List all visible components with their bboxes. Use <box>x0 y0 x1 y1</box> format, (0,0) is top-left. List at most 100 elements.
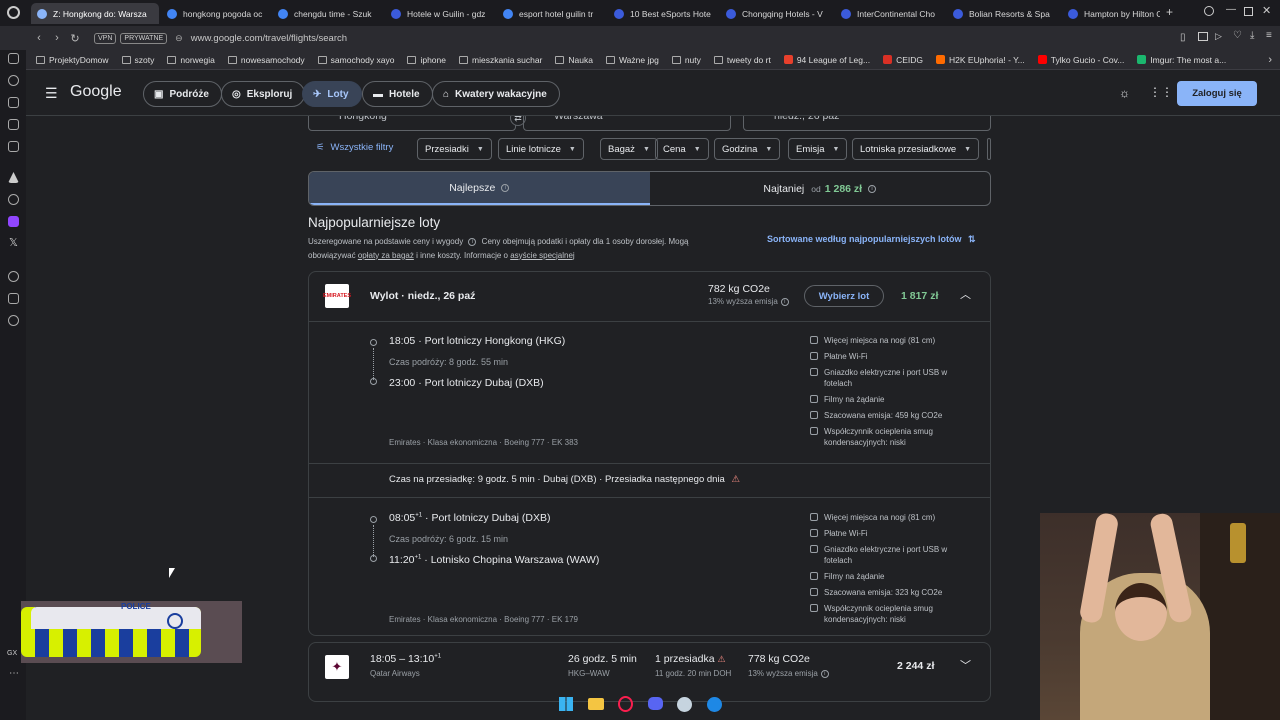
select-flight-button[interactable]: Wybierz lot <box>804 285 884 307</box>
history-icon[interactable] <box>8 75 19 86</box>
tab-best[interactable]: Najlepsze i <box>309 172 650 205</box>
info-icon[interactable]: i <box>780 297 789 306</box>
url-field[interactable]: www.google.com/travel/flights/search <box>191 33 347 44</box>
expand-chevron-icon[interactable]: ﹀ <box>960 657 971 673</box>
filter-chip[interactable]: Cena ▼ <box>655 138 709 160</box>
gx-icon[interactable]: GX <box>7 650 17 657</box>
browser-tab[interactable]: Hampton by Hilton Cl <box>1062 3 1160 24</box>
bookmark-item[interactable]: szoty <box>121 55 154 65</box>
back-icon[interactable]: ‹ <box>30 32 48 44</box>
info-icon[interactable]: i <box>468 237 477 246</box>
browser-tab[interactable]: Bolian Resorts & Spa <box>947 3 1060 24</box>
reload-icon[interactable]: ↻ <box>66 32 84 45</box>
browser-tab[interactable]: Chongqing Hotels - V <box>720 3 833 24</box>
maximize-icon[interactable] <box>1244 7 1253 16</box>
info-icon[interactable]: i <box>868 184 877 193</box>
minimize-icon[interactable]: — <box>1226 4 1236 15</box>
info-icon[interactable]: i <box>820 669 829 678</box>
google-logo[interactable]: Google <box>70 83 122 101</box>
messenger-icon[interactable] <box>8 53 19 64</box>
sign-in-button[interactable]: Zaloguj się <box>1177 81 1257 106</box>
filter-chip[interactable]: Linie lotnicze ▼ <box>498 138 584 160</box>
filter-chip[interactable]: Emisja ▼ <box>788 138 848 160</box>
theme-icon[interactable]: ☼ <box>1119 86 1130 100</box>
bookmark-item[interactable]: norwegia <box>167 55 215 65</box>
bookmark-item[interactable]: Imgur: The most a... <box>1137 55 1226 65</box>
heart-icon[interactable]: ♡ <box>1233 30 1242 41</box>
special-assistance-link[interactable]: asyście specjalnej <box>510 251 574 260</box>
steam-icon[interactable] <box>677 697 692 712</box>
tab-title: Hotele w Guilin - gdz <box>407 8 486 19</box>
nav-chip[interactable]: ⌂ Kwatery wakacyjne <box>432 81 560 107</box>
aria-icon[interactable] <box>8 172 19 183</box>
new-tab-icon[interactable]: + <box>1166 5 1173 19</box>
bookmarks-overflow-icon[interactable]: › <box>1268 54 1272 66</box>
twitch-icon[interactable] <box>8 216 19 227</box>
apps-grid-icon[interactable]: ⋮⋮ <box>1149 85 1173 99</box>
vpn-badge[interactable]: VPN <box>94 32 117 44</box>
bookmark-label: Imgur: The most a... <box>1150 54 1227 65</box>
bookmark-item[interactable]: ProjektyDomow <box>36 55 109 65</box>
browser-tab[interactable]: InterContinental Cho <box>835 3 945 24</box>
downloads-icon[interactable] <box>8 97 19 108</box>
bookmark-item[interactable]: mieszkania suchar <box>459 55 542 65</box>
windows-start-icon[interactable] <box>559 697 573 711</box>
browser-tab[interactable]: esport hotel guilin tr <box>497 3 606 24</box>
download-icon[interactable]: ⤓ <box>1250 30 1254 41</box>
nav-chip[interactable]: ◎ Eksploruj <box>221 81 306 107</box>
browser-logo-icon[interactable] <box>7 6 20 19</box>
player-icon[interactable] <box>8 271 19 282</box>
x-icon[interactable]: 𝕏 <box>9 236 18 249</box>
discord-icon[interactable] <box>648 697 663 710</box>
bookmark-item[interactable]: tweety do rt <box>713 55 771 65</box>
browser-tab[interactable]: hongkong pogoda oc <box>161 3 270 24</box>
bookmark-icon[interactable]: ▯ <box>1180 32 1186 43</box>
browser-tab[interactable]: chengdu time - Szuk <box>272 3 383 24</box>
browser-tab[interactable]: Z: Hongkong do: Warsza <box>31 3 159 24</box>
close-window-icon[interactable]: ✕ <box>1262 4 1271 17</box>
search-tabs-icon[interactable] <box>1204 6 1214 16</box>
mail-icon[interactable] <box>8 141 19 152</box>
baggage-fees-link[interactable]: opłaty za bagaż <box>358 251 414 260</box>
hamburger-menu-icon[interactable]: ☰ <box>45 85 58 102</box>
extensions-icon[interactable] <box>8 293 19 304</box>
file-explorer-icon[interactable] <box>588 698 604 710</box>
bookmark-item[interactable]: samochody xayo <box>317 55 394 65</box>
bookmark-item[interactable]: iphone <box>407 55 446 65</box>
bookmark-item[interactable]: CEIDG <box>883 55 923 65</box>
filter-chip[interactable]: Przesiadki ▼ <box>417 138 492 160</box>
info-icon[interactable]: i <box>501 183 510 192</box>
bookmark-item[interactable]: nuty <box>671 55 701 65</box>
menu-icon[interactable]: ≡ <box>1266 30 1272 41</box>
screenshot-icon[interactable] <box>1198 32 1208 41</box>
all-filters-button[interactable]: ⚟ Wszystkie filtry <box>316 142 393 153</box>
nav-chip[interactable]: ▣ Podróże <box>143 81 222 107</box>
bookmark-item[interactable]: Ważne jpg <box>605 55 659 65</box>
chatgpt-icon[interactable] <box>8 194 19 205</box>
collapse-chevron-icon[interactable]: ︿ <box>960 286 971 302</box>
browser-tab[interactable]: Hotele w Guilin - gdz <box>385 3 495 24</box>
filter-chip-overflow[interactable] <box>987 138 991 160</box>
forward-icon[interactable]: › <box>48 32 66 44</box>
sort-by-button[interactable]: Sortowane według najpopularniejszych lot… <box>767 234 976 245</box>
nav-chip[interactable]: ▬ Hotele <box>362 81 433 107</box>
bookmark-item[interactable]: 94 League of Leg... <box>783 55 870 65</box>
nav-chip[interactable]: ✈ Loty <box>302 81 362 107</box>
bookmark-item[interactable]: Tylko Gucio - Cov... <box>1037 55 1124 65</box>
more-icon[interactable]: ⋯ <box>9 668 19 679</box>
play-icon[interactable]: ▷ <box>1215 31 1222 42</box>
tab-cheapest[interactable]: Najtaniej od 1 286 zł i <box>650 172 991 205</box>
browser-tab[interactable]: 10 Best eSports Hote <box>608 3 718 24</box>
filter-chip[interactable]: Bagaż ▼ <box>600 138 658 160</box>
filter-chip[interactable]: Godzina ▼ <box>714 138 781 160</box>
messenger-icon[interactable] <box>707 697 722 712</box>
filter-chip[interactable]: Lotniska przesiadkowe ▼ <box>852 138 980 160</box>
emissions-note: 13% wyższa emisja i <box>748 669 829 678</box>
bookmark-item[interactable]: nowesamochody <box>227 55 305 65</box>
bookmark-item[interactable]: Nauka <box>555 55 593 65</box>
notes-icon[interactable] <box>8 119 19 130</box>
settings-icon[interactable] <box>8 315 19 326</box>
bookmark-item[interactable]: H2K EUphoria! - Y... <box>936 55 1025 65</box>
opera-gx-icon[interactable] <box>618 696 633 712</box>
amenity-item: Szacowana emisja: 459 kg CO2e <box>810 410 970 421</box>
